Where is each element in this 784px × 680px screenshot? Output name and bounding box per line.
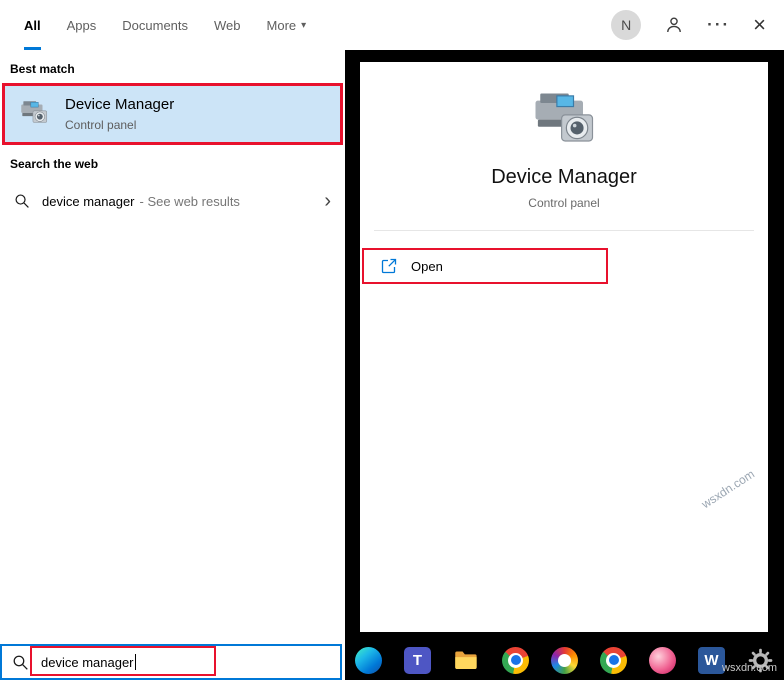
- file-explorer-icon[interactable]: [453, 647, 480, 674]
- search-filter-bar: All Apps Documents Web More ▾ N ··· ×: [0, 0, 784, 50]
- chevron-right-icon: ›: [324, 189, 331, 212]
- open-external-icon: [381, 258, 397, 274]
- web-suggestion-suffix: - See web results: [139, 193, 240, 209]
- tab-web[interactable]: Web: [214, 0, 241, 50]
- chevron-down-icon: ▾: [301, 19, 307, 31]
- taskbar: T W: [345, 640, 784, 680]
- web-suggestion-query: device manager: [42, 193, 135, 209]
- pink-app-icon[interactable]: [649, 646, 676, 674]
- tab-apps-label: Apps: [66, 17, 97, 33]
- tab-all-label: All: [24, 17, 41, 33]
- windows-search-window: All Apps Documents Web More ▾ N ··· × Bes…: [0, 0, 784, 680]
- preview-title: Device Manager: [491, 166, 637, 188]
- search-the-web-heading: Search the web: [10, 157, 99, 171]
- teams-letter: T: [412, 651, 423, 669]
- user-avatar[interactable]: N: [611, 10, 642, 40]
- annotation-box-best-match: Device Manager Control panel: [2, 83, 343, 145]
- search-input-value: device manager: [41, 654, 134, 670]
- tab-all[interactable]: All: [24, 0, 41, 50]
- open-action-label: Open: [411, 258, 443, 274]
- color-wheel-app-icon[interactable]: [551, 646, 578, 674]
- chrome-icon[interactable]: [502, 646, 529, 674]
- word-letter: W: [704, 651, 719, 669]
- teams-icon[interactable]: T: [404, 646, 431, 674]
- tab-more-label: More: [266, 17, 297, 33]
- tab-apps[interactable]: Apps: [67, 0, 97, 50]
- close-icon[interactable]: ×: [753, 14, 766, 36]
- word-icon[interactable]: W: [698, 646, 725, 674]
- device-manager-icon-large: [535, 93, 594, 142]
- avatar-initial: N: [621, 17, 632, 33]
- search-input[interactable]: device manager: [0, 644, 342, 680]
- topbar-controls: N ··· ×: [611, 0, 766, 50]
- tab-more[interactable]: More ▾: [267, 0, 307, 50]
- result-subtitle: Control panel: [65, 118, 137, 132]
- tab-documents[interactable]: Documents: [122, 0, 188, 50]
- tab-documents-label: Documents: [122, 17, 189, 33]
- text-caret: [134, 654, 136, 670]
- search-icon: [15, 194, 29, 208]
- google-app-icon[interactable]: [600, 646, 627, 674]
- preview-subtitle: Control panel: [528, 196, 600, 210]
- filter-tabs: All Apps Documents Web More ▾: [24, 0, 306, 50]
- best-match-heading: Best match: [10, 62, 75, 76]
- divider: [374, 230, 754, 231]
- watermark: wsxdn.com: [722, 662, 778, 674]
- result-title: Device Manager: [65, 96, 175, 113]
- sign-in-options-icon[interactable]: [664, 15, 684, 35]
- web-suggestion-row[interactable]: device manager - See web results ›: [0, 183, 345, 219]
- tab-web-label: Web: [214, 17, 241, 33]
- annotation-box-open: Open: [362, 248, 608, 284]
- edge-icon[interactable]: [355, 646, 382, 674]
- open-action[interactable]: Open: [381, 258, 443, 274]
- device-manager-icon: [21, 101, 48, 123]
- result-device-manager[interactable]: Device Manager Control panel: [5, 86, 340, 142]
- result-text: Device Manager Control panel: [65, 96, 174, 132]
- more-options-icon[interactable]: ···: [707, 15, 730, 35]
- search-icon: [13, 655, 28, 670]
- results-panel: Best match Device Manager Control panel: [0, 50, 345, 680]
- preview-panel: Device Manager Control panel Open: [360, 62, 768, 632]
